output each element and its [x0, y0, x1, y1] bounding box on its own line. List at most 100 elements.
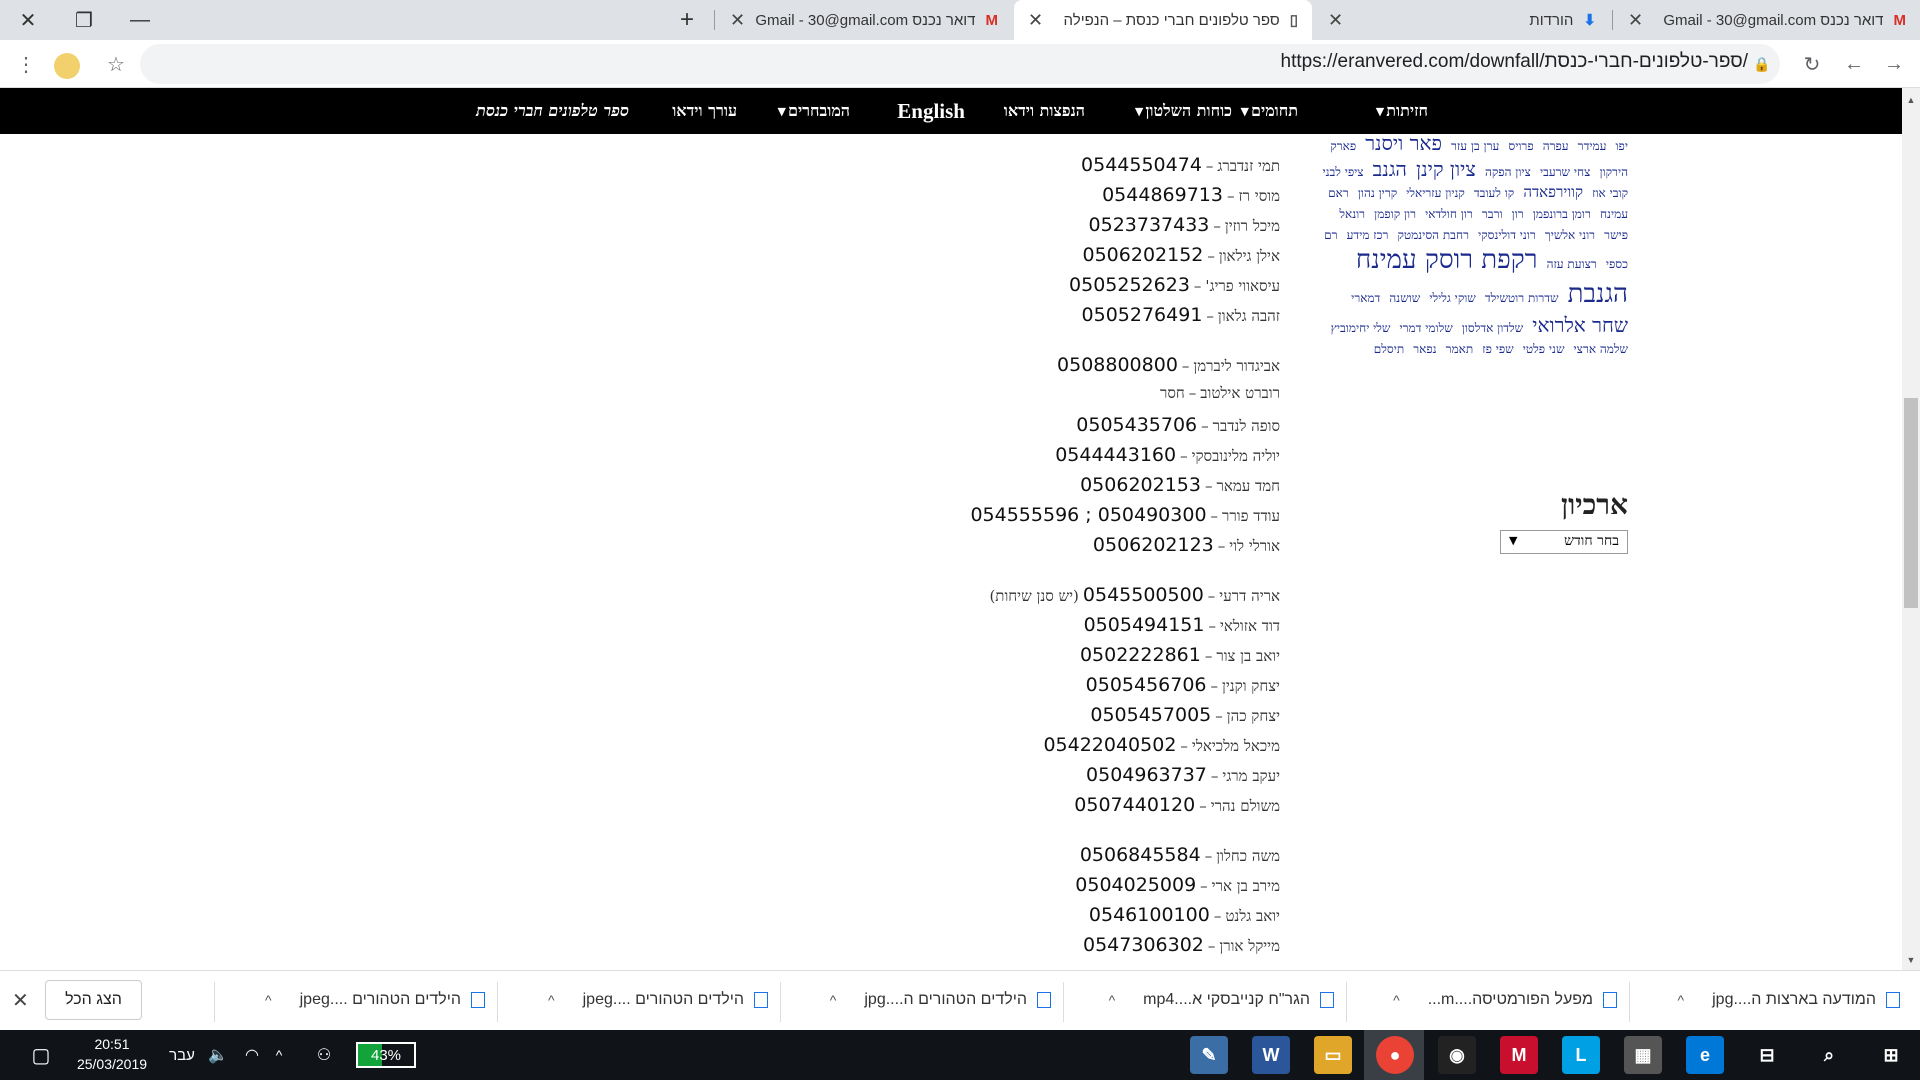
volume-icon[interactable]: 🔈 — [204, 1030, 232, 1080]
tag-link[interactable]: שלי יחימוביץ — [1331, 321, 1391, 335]
window-minimize-button[interactable]: — — [112, 0, 168, 40]
nav-fields[interactable]: תחומים ▼ — [1241, 88, 1298, 134]
chevron-up-icon[interactable]: ^ — [1109, 992, 1116, 1008]
download-item[interactable]: המודעה בארצות ה....jpg ^ — [1678, 978, 1900, 1022]
chevron-up-icon[interactable]: ^ — [1678, 992, 1685, 1008]
windows-start-icon[interactable]: ⊞ — [1872, 1036, 1910, 1074]
close-icon[interactable]: ✕ — [1628, 10, 1643, 31]
tab-gmail-2[interactable]: M דואר נכנס Gmail - 30@gmail.com ✕ — [1614, 0, 1920, 40]
show-all-button[interactable]: הצג הכל — [45, 980, 142, 1020]
file-explorer-icon[interactable]: ▭ — [1314, 1036, 1352, 1074]
tag-link[interactable]: שני פלטי — [1523, 342, 1565, 356]
tag-link[interactable]: צחי שרעבי — [1540, 165, 1590, 179]
window-restore-button[interactable]: ❐ — [56, 0, 112, 40]
clock[interactable]: 20:51 25/03/2019 — [70, 1034, 154, 1074]
tag-link[interactable]: דמארי — [1351, 291, 1380, 305]
tag-link[interactable]: שלדון אדלסון — [1462, 321, 1523, 335]
search-icon[interactable]: ⌕ — [1810, 1036, 1848, 1074]
notification-icon[interactable]: ▢ — [24, 1030, 58, 1080]
scroll-down-icon[interactable]: ▼ — [1902, 952, 1920, 968]
tag-link[interactable]: שפי פז — [1482, 342, 1513, 356]
tag-link[interactable]: רון חולדאי — [1425, 207, 1473, 221]
tab-gmail-1[interactable]: M דואר נכנס Gmail - 30@gmail.com ✕ — [716, 0, 1012, 40]
nav-featured[interactable]: המובחרים ▼ — [778, 88, 850, 134]
nav-government[interactable]: כוחות השלטון ▼ — [1135, 88, 1232, 134]
tag-link[interactable]: הגנבת — [1568, 279, 1628, 309]
new-tab-button[interactable]: + — [672, 0, 702, 40]
reload-icon[interactable]: ↻ — [1792, 40, 1832, 88]
download-item[interactable]: מפעל הפורמטיסה....m... ^ — [1393, 978, 1617, 1022]
scrollbar-thumb[interactable] — [1904, 398, 1918, 608]
tag-link[interactable]: עפרה — [1543, 139, 1569, 153]
window-close-button[interactable]: ✕ — [0, 0, 56, 40]
tag-link[interactable]: קרין נהון — [1358, 186, 1397, 200]
tag-link[interactable]: שלמה ארצי — [1574, 342, 1628, 356]
tab-downloads[interactable]: ⬇ הורדות ✕ — [1314, 0, 1610, 40]
tag-link[interactable]: תאמר — [1446, 342, 1474, 356]
chrome-app-icon[interactable]: ● — [1376, 1036, 1414, 1074]
tag-link[interactable]: קובי אוז — [1592, 186, 1628, 200]
scroll-up-icon[interactable]: ▲ — [1902, 92, 1920, 108]
tag-link[interactable]: קו לעובד — [1474, 186, 1514, 200]
nav-video[interactable]: הנפצות וידאו — [1004, 88, 1085, 134]
tag-link[interactable]: עמידר — [1578, 139, 1607, 153]
tag-link[interactable]: ציפי לבני — [1322, 165, 1363, 179]
language-indicator[interactable]: עבר — [164, 1030, 200, 1080]
tag-link[interactable]: ציון קינן — [1416, 157, 1476, 181]
tag-link[interactable]: ורבר — [1482, 207, 1503, 221]
nav-english[interactable]: English — [897, 88, 965, 134]
tag-link[interactable]: שלומי דמרי — [1400, 321, 1453, 335]
task-view-icon[interactable]: ⊟ — [1748, 1036, 1786, 1074]
url-text[interactable]: https://eranvered.com/downfall/ספר-טלפונ… — [1281, 51, 1748, 73]
chevron-up-icon[interactable]: ^ — [265, 992, 272, 1008]
star-icon[interactable]: ☆ — [96, 40, 136, 88]
close-icon[interactable]: ✕ — [1028, 10, 1043, 31]
download-item[interactable]: הילדים הטהורים ....jpeg ^ — [548, 978, 768, 1022]
paint-app-icon[interactable]: ✎ — [1190, 1036, 1228, 1074]
month-select[interactable]: בחר חודש ▼ — [1500, 530, 1628, 554]
chevron-up-icon[interactable]: ^ — [266, 1030, 292, 1080]
tag-link[interactable]: רון קופמן — [1374, 207, 1416, 221]
back-arrow-icon[interactable]: ← — [1834, 40, 1874, 88]
edge-app-icon[interactable]: e — [1686, 1036, 1724, 1074]
store-app-icon[interactable]: ▦ — [1624, 1036, 1662, 1074]
tag-link[interactable]: שדרות רוטשילד — [1485, 291, 1559, 305]
nav-fronts[interactable]: חזיתות ▼ — [1376, 88, 1428, 134]
tag-link[interactable]: שחר אלרואי — [1532, 313, 1628, 337]
download-item[interactable]: הגר"ח קנייבסקי א....mp4 ^ — [1109, 978, 1334, 1022]
tag-link[interactable]: קווירפאדה — [1523, 183, 1583, 201]
camera-app-icon[interactable]: ◉ — [1438, 1036, 1476, 1074]
chevron-up-icon[interactable]: ^ — [830, 992, 837, 1008]
close-icon[interactable]: ✕ — [12, 988, 29, 1013]
tag-link[interactable]: קניון עזריאלי — [1406, 186, 1465, 200]
forward-arrow-icon[interactable]: → — [1874, 40, 1914, 88]
nav-phonebook[interactable]: ספר טלפונים חברי כנסת — [476, 88, 629, 134]
tag-link[interactable]: ציון הפקה — [1485, 165, 1531, 179]
l-app-icon[interactable]: L — [1562, 1036, 1600, 1074]
tag-link[interactable]: רכז מידע — [1347, 228, 1389, 242]
tag-link[interactable]: רקפת רוסק עמינח — [1356, 245, 1538, 275]
tag-link[interactable]: רוני אלשיך — [1545, 228, 1595, 242]
tag-link[interactable]: תיסלם — [1374, 342, 1404, 356]
tag-link[interactable]: הגנב — [1373, 157, 1407, 181]
tag-link[interactable]: שוקי גלילי — [1429, 291, 1475, 305]
tag-link[interactable]: ערן בן עזר — [1451, 139, 1499, 153]
menu-dots-icon[interactable]: ⋮ — [6, 40, 46, 88]
tag-link[interactable]: נפאר — [1413, 342, 1436, 356]
battery-indicator[interactable]: 43% — [356, 1042, 416, 1068]
chevron-up-icon[interactable]: ^ — [548, 992, 555, 1008]
tag-link[interactable]: יפו — [1615, 139, 1628, 153]
avatar[interactable] — [54, 53, 80, 79]
download-item[interactable]: הילדים הטהורים ....jpeg ^ — [265, 978, 485, 1022]
wifi-icon[interactable]: ◠ — [238, 1030, 266, 1080]
people-icon[interactable]: ⚇ — [310, 1030, 338, 1080]
tag-link[interactable]: רומן ברונפמן — [1533, 207, 1591, 221]
tag-link[interactable]: פרויס — [1508, 139, 1533, 153]
tab-phonebook[interactable]: ▯ ספר טלפונים חברי כנסת – הנפילה ✕ — [1014, 0, 1312, 40]
tag-link[interactable]: שושנה — [1389, 291, 1420, 305]
close-icon[interactable]: ✕ — [1328, 10, 1343, 31]
tag-link[interactable]: רחבת הסינמטק — [1397, 228, 1468, 242]
word-app-icon[interactable]: W — [1252, 1036, 1290, 1074]
nav-video-editor[interactable]: עורך וידאו — [672, 88, 737, 134]
chevron-up-icon[interactable]: ^ — [1393, 992, 1400, 1008]
